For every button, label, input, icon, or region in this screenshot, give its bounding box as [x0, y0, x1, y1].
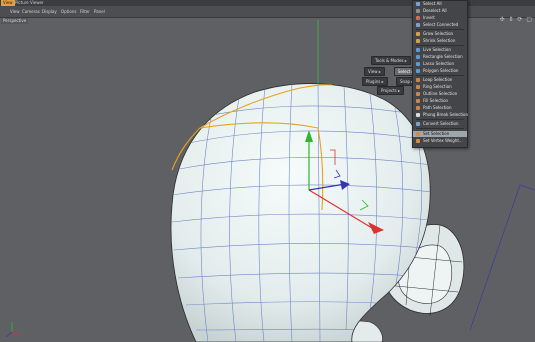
menu-item-rectangle-selection[interactable]: Rectangle Selection — [413, 54, 467, 60]
deselect-all-icon — [416, 9, 420, 13]
path-selection-icon — [416, 106, 420, 110]
menu-item-lasso-selection[interactable]: Lasso Selection — [413, 61, 467, 67]
menu-item-select-connected[interactable]: Select Connected — [413, 22, 467, 28]
menu-view[interactable]: View — [10, 8, 20, 15]
menu-item-outline-selection[interactable]: Outline Selection — [413, 91, 467, 97]
menu-item-select-all[interactable]: Select All — [413, 1, 467, 7]
lasso-selection-icon — [416, 62, 420, 66]
viewport-nav-icons[interactable]: ✣ ⇕ ⟳ ▢ — [500, 16, 533, 23]
polygon-selection-icon — [416, 69, 420, 73]
menu-item-convert-selection[interactable]: Convert Selection — [413, 121, 467, 127]
world-axis-icon — [5, 322, 21, 338]
set-vertex-weight-icon — [416, 139, 420, 143]
menu-separator — [416, 128, 464, 129]
invert-icon — [416, 16, 420, 20]
menu-item-polygon-selection[interactable]: Polygon Selection — [413, 68, 467, 74]
head-mesh[interactable] — [170, 83, 432, 342]
phong-break-selection-icon — [416, 113, 420, 117]
menu-item-set-vertex-weight[interactable]: Set Vertex Weight... — [413, 138, 467, 144]
menu-item-fill-selection[interactable]: Fill Selection — [413, 98, 467, 104]
menu-item-set-selection[interactable]: Set Selection — [413, 131, 467, 137]
hud-view-button[interactable]: View ▸ — [364, 67, 385, 76]
menu-item-path-selection[interactable]: Path Selection — [413, 105, 467, 111]
select-menu: Select All Deselect All Invert Select Co… — [412, 0, 468, 148]
viewport-label: Perspective — [1, 18, 29, 24]
hud-projects-button[interactable]: Projects ▸ — [377, 86, 405, 95]
ring-selection-icon — [416, 85, 420, 89]
select-all-icon — [416, 2, 420, 6]
convert-selection-icon — [416, 122, 420, 126]
menu-item-deselect-all[interactable]: Deselect All — [413, 8, 467, 14]
menu-cameras[interactable]: Cameras — [22, 8, 40, 15]
grid-line — [469, 184, 521, 331]
live-selection-icon — [416, 48, 420, 52]
menu-display[interactable]: Display — [42, 8, 57, 15]
menu-item-ring-selection[interactable]: Ring Selection — [413, 84, 467, 90]
menu-options[interactable]: Options — [61, 8, 76, 15]
menu-item-live-selection[interactable]: Live Selection — [413, 47, 467, 53]
outline-selection-icon — [416, 92, 420, 96]
menu-separator — [416, 45, 464, 46]
menu-panel[interactable]: Panel — [94, 8, 105, 15]
menu-item-loop-selection[interactable]: Loop Selection — [413, 77, 467, 83]
loop-selection-icon — [416, 78, 420, 82]
fill-selection-icon — [416, 99, 420, 103]
menu-item-invert[interactable]: Invert — [413, 15, 467, 21]
hud-plugins-button[interactable]: Plugins ▸ — [362, 77, 388, 86]
menu-separator — [416, 75, 464, 76]
select-connected-icon — [416, 23, 420, 27]
set-selection-icon — [416, 132, 420, 136]
menu-filter[interactable]: Filter — [80, 8, 90, 15]
menu-item-phong-break-selection[interactable]: Phong Break Selection — [413, 112, 468, 118]
menu-separator — [416, 119, 464, 120]
grow-selection-icon — [416, 32, 420, 36]
menu-item-grow-selection[interactable]: Grow Selection — [413, 31, 467, 37]
menu-item-shrink-selection[interactable]: Shrink Selection — [413, 38, 467, 44]
rectangle-selection-icon — [416, 55, 420, 59]
menu-separator — [416, 29, 464, 30]
grid-line — [519, 184, 535, 191]
shrink-selection-icon — [416, 39, 420, 43]
hud-tools-modes-button[interactable]: Tools & Modes ▸ — [371, 56, 411, 65]
